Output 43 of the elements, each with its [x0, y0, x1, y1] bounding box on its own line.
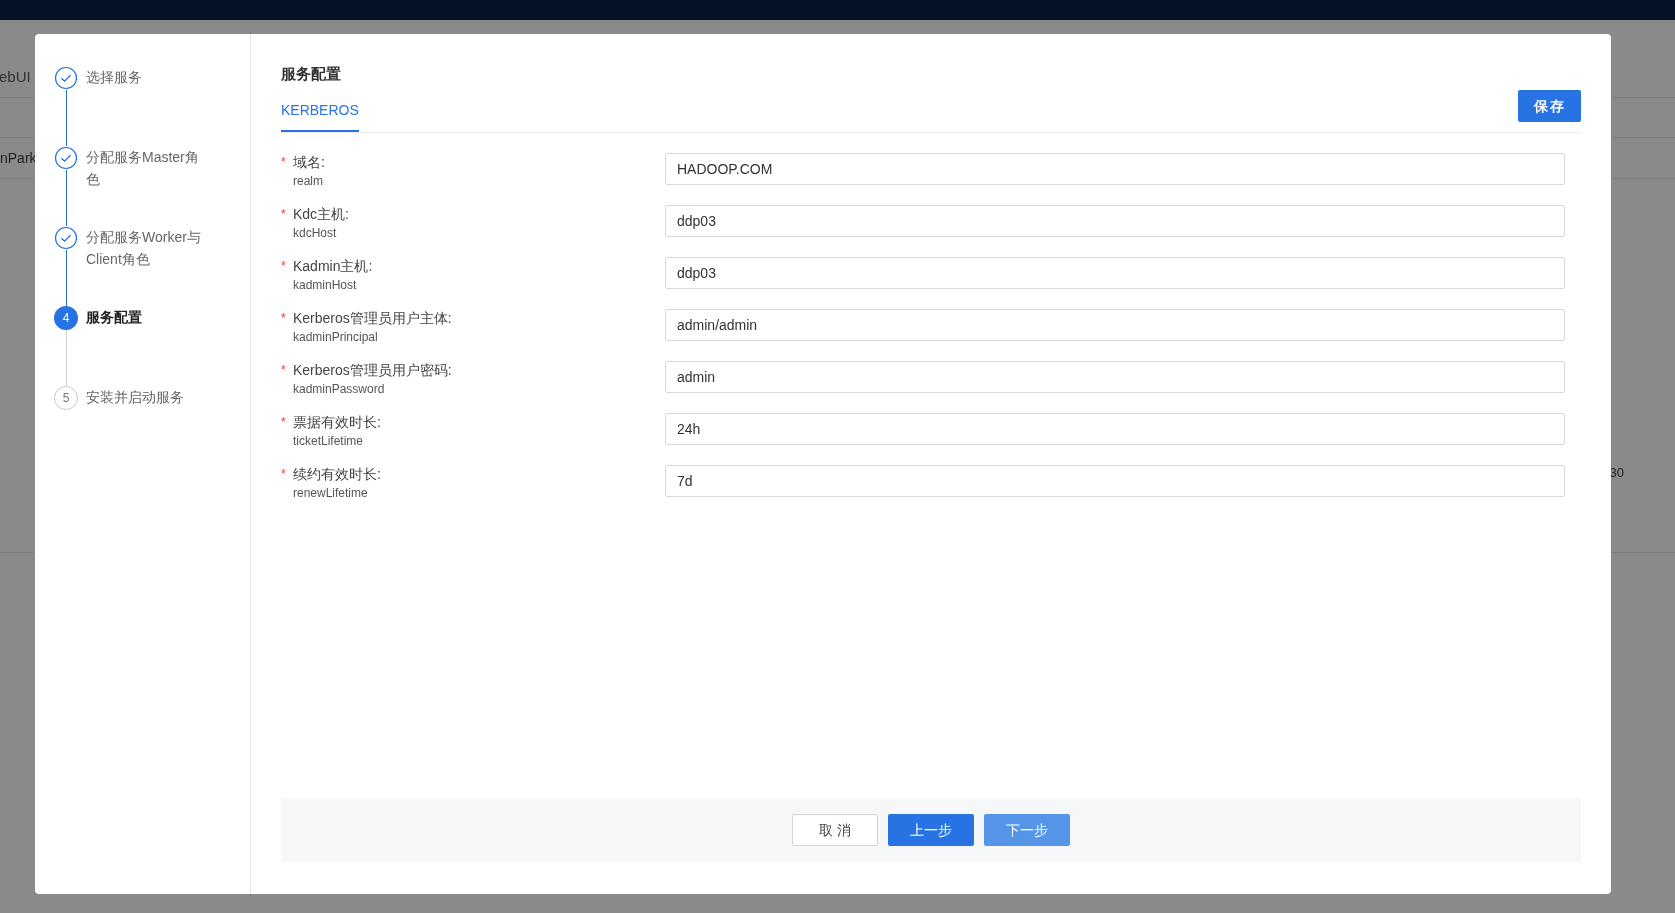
input-field[interactable]: HADOOP.COM: [665, 153, 1565, 185]
required-mark: *: [281, 206, 287, 223]
step-label[interactable]: 分配服务Master角色: [86, 146, 210, 226]
step-label[interactable]: 选择服务: [86, 66, 210, 146]
table-cell-text: 30: [1609, 464, 1624, 483]
field-key: renewLifetime: [293, 485, 381, 501]
input-field[interactable]: 24h: [665, 413, 1565, 445]
field-key: ticketLifetime: [293, 433, 381, 449]
step-label[interactable]: 安装并启动服务: [86, 386, 210, 466]
input-field[interactable]: ddp03: [665, 205, 1565, 237]
field-key: realm: [293, 173, 325, 189]
required-mark: *: [281, 258, 287, 275]
step-number: 5: [54, 386, 78, 410]
required-mark: *: [281, 310, 287, 327]
field-label: 续约有效时长:: [293, 465, 381, 483]
field-key: kadminHost: [293, 277, 373, 293]
input-field[interactable]: 7d: [665, 465, 1565, 497]
field-label: 域名:: [293, 153, 325, 171]
input-field[interactable]: admin/admin: [665, 309, 1565, 341]
required-mark: *: [281, 466, 287, 483]
field-key: kadminPrincipal: [293, 329, 452, 345]
required-mark: *: [281, 414, 287, 431]
field-key: kdcHost: [293, 225, 349, 241]
page-link[interactable]: ebUI: [0, 66, 31, 89]
field-label: Kadmin主机:: [293, 257, 373, 275]
page-tab[interactable]: nPark: [0, 147, 37, 169]
field-label: 票据有效时长:: [293, 413, 381, 431]
required-mark: *: [281, 154, 287, 171]
field-key: kadminPassword: [293, 381, 452, 397]
footer-button[interactable]: 取 消: [792, 814, 878, 846]
field-label: Kerberos管理员用户主体:: [293, 309, 452, 327]
step-label[interactable]: 分配服务Worker与Client角色: [86, 226, 210, 306]
step-number: 4: [54, 306, 78, 330]
required-mark: *: [281, 362, 287, 379]
step-label[interactable]: 服务配置: [86, 306, 210, 386]
tab[interactable]: KERBEROS: [281, 100, 359, 132]
input-field[interactable]: admin: [665, 361, 1565, 393]
field-label: Kerberos管理员用户密码:: [293, 361, 452, 379]
footer-button[interactable]: 上一步: [888, 814, 974, 846]
input-field[interactable]: ddp03: [665, 257, 1565, 289]
save-button[interactable]: 保存: [1518, 90, 1581, 122]
section-title: 服务配置: [281, 64, 342, 84]
field-label: Kdc主机:: [293, 205, 349, 223]
